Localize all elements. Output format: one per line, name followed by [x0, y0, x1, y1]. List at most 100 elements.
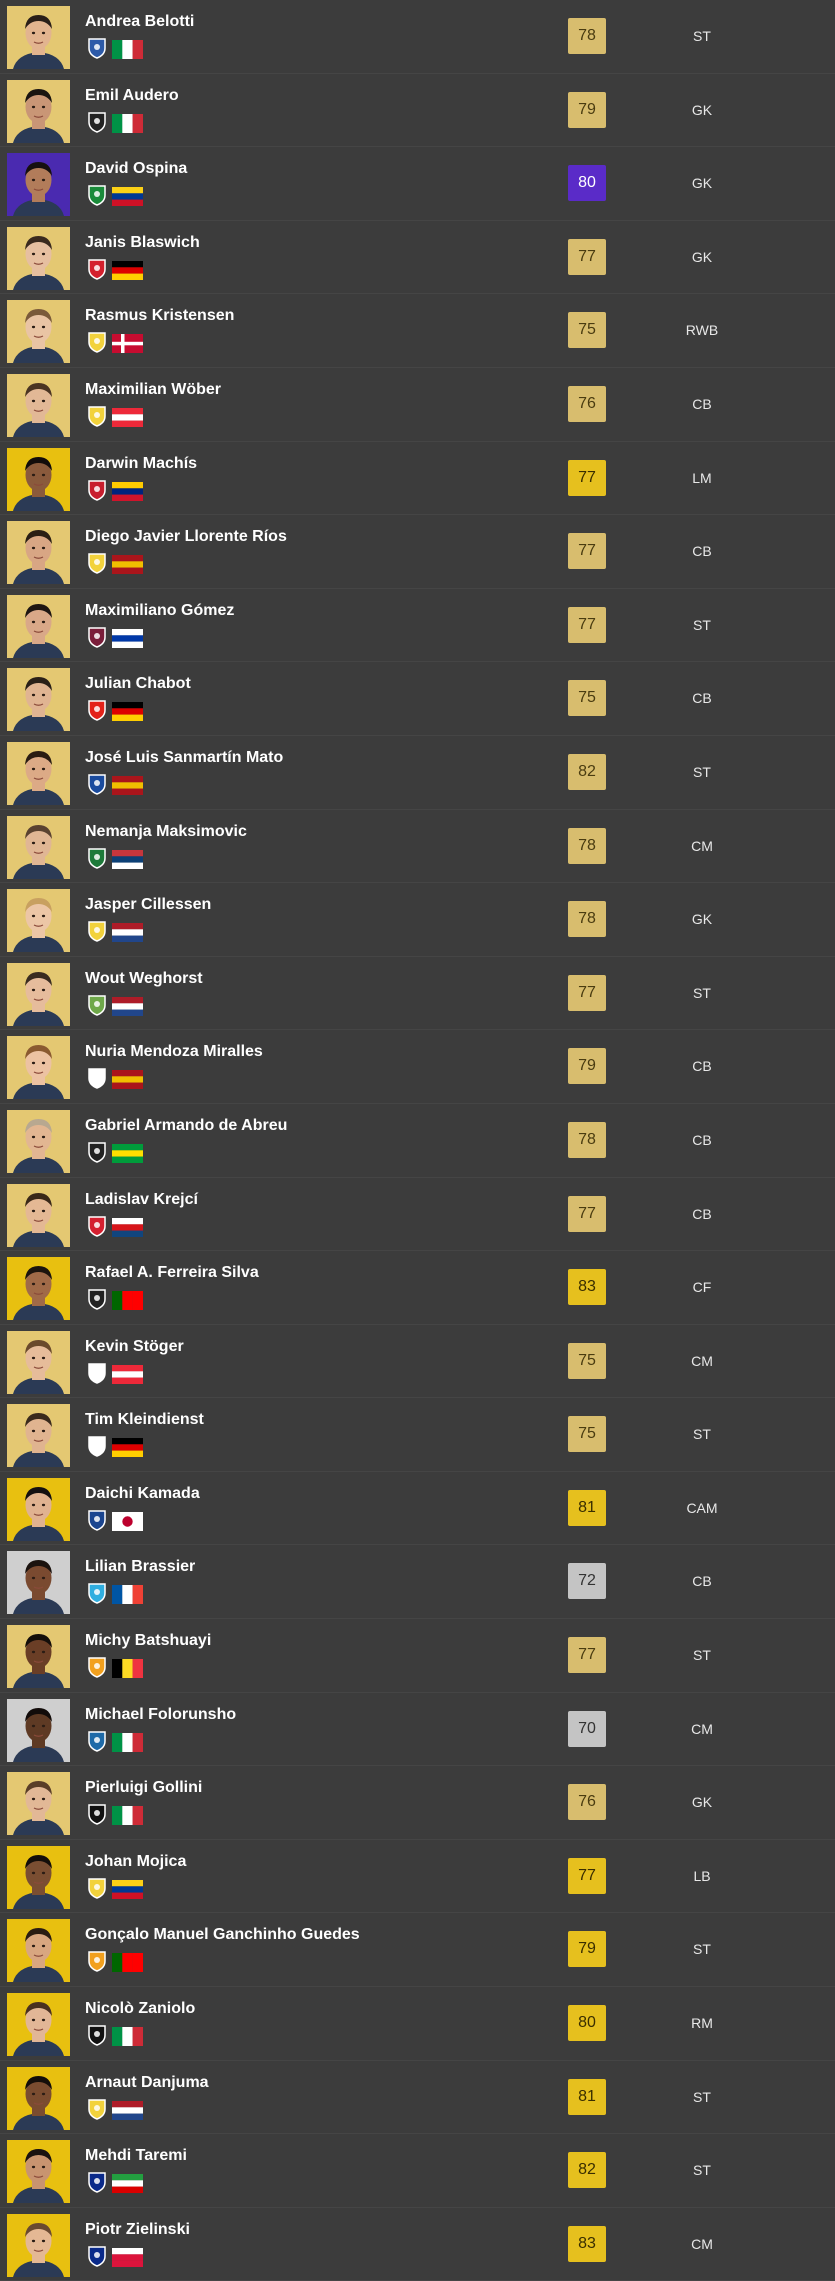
player-name[interactable]: Lilian Brassier: [85, 1558, 195, 1576]
rating-badge: 75: [568, 680, 606, 717]
player-row[interactable]: Janis Blaswich 77 GK: [0, 221, 835, 295]
rating-badge: 80: [568, 2005, 606, 2042]
club-badge-icon: [86, 1288, 108, 1310]
player-row[interactable]: Jasper Cillessen 78 GK: [0, 883, 835, 957]
player-row[interactable]: Lilian Brassier 72 CB: [0, 1545, 835, 1620]
player-row[interactable]: Daichi Kamada 81 CAM: [0, 1472, 835, 1546]
player-row[interactable]: Rasmus Kristensen 75 RWB: [0, 294, 835, 368]
player-row[interactable]: Kevin Stöger 75 CM: [0, 1325, 835, 1399]
player-row[interactable]: Maximiliano Gómez 77 ST: [0, 589, 835, 663]
player-name[interactable]: Pierluigi Gollini: [85, 1779, 202, 1797]
player-row[interactable]: Nuria Mendoza Miralles 79 CB: [0, 1030, 835, 1104]
player-row[interactable]: Diego Javier Llorente Ríos 77 CB: [0, 515, 835, 589]
nation-flag-icon: [112, 996, 143, 1016]
rating-badge: 77: [568, 974, 606, 1011]
player-position: ST: [693, 984, 711, 1001]
nation-flag-icon: [112, 1806, 143, 1826]
player-name[interactable]: Nuria Mendoza Miralles: [85, 1043, 263, 1061]
player-avatar: [7, 226, 70, 290]
player-row[interactable]: Gabriel Armando de Abreu 78 CB: [0, 1104, 835, 1178]
player-row[interactable]: David Ospina 80 GK: [0, 147, 835, 221]
player-avatar: [7, 1845, 70, 1909]
player-name[interactable]: Julian Chabot: [85, 675, 191, 693]
player-name[interactable]: Jasper Cillessen: [85, 896, 211, 914]
player-name[interactable]: Maximiliano Gómez: [85, 602, 234, 620]
player-avatar: [7, 2213, 70, 2277]
player-position: LB: [693, 1867, 711, 1884]
player-position: CB: [692, 1205, 712, 1222]
player-avatar: [7, 447, 70, 511]
player-name[interactable]: Wout Weghorst: [85, 970, 203, 988]
player-row[interactable]: Andrea Belotti 78 ST: [0, 0, 835, 74]
player-row[interactable]: José Luis Sanmartín Mato 82 ST: [0, 736, 835, 810]
player-row[interactable]: Mehdi Taremi 82 ST: [0, 2134, 835, 2208]
player-name[interactable]: Nicolò Zaniolo: [85, 2000, 195, 2018]
rating-badge: 77: [568, 238, 606, 275]
nation-flag-icon: [112, 481, 143, 501]
player-row[interactable]: Wout Weghorst 77 ST: [0, 957, 835, 1031]
club-badge-icon: [86, 994, 108, 1016]
rating-badge: 77: [568, 459, 606, 496]
player-name[interactable]: Arnaut Danjuma: [85, 2074, 209, 2092]
player-row[interactable]: Arnaut Danjuma 81 ST: [0, 2061, 835, 2135]
player-name[interactable]: Diego Javier Llorente Ríos: [85, 528, 287, 546]
player-row[interactable]: Nemanja Maksimovic 78 CM: [0, 810, 835, 884]
club-badge-icon: [86, 2098, 108, 2120]
player-row[interactable]: Michy Batshuayi 77 ST: [0, 1619, 835, 1693]
player-name[interactable]: Daichi Kamada: [85, 1485, 200, 1503]
player-row[interactable]: Darwin Machís 77 LM: [0, 442, 835, 516]
player-row[interactable]: Rafael A. Ferreira Silva 83 CF: [0, 1251, 835, 1325]
player-position: RWB: [685, 322, 719, 339]
player-row[interactable]: Gonçalo Manuel Ganchinho Guedes 79 ST: [0, 1913, 835, 1988]
player-avatar: [7, 962, 70, 1026]
player-name[interactable]: Gonçalo Manuel Ganchinho Guedes: [85, 1926, 360, 1944]
player-row[interactable]: Emil Audero 79 GK: [0, 74, 835, 148]
club-badge-icon: [86, 1141, 108, 1163]
player-name[interactable]: Mehdi Taremi: [85, 2147, 187, 2165]
player-name[interactable]: Rasmus Kristensen: [85, 307, 234, 325]
player-position: CB: [692, 1573, 712, 1590]
club-badge-icon: [86, 1215, 108, 1237]
player-avatar: [7, 521, 70, 585]
rating-badge: 83: [568, 2225, 606, 2262]
player-name[interactable]: Nemanja Maksimovic: [85, 823, 247, 841]
player-row[interactable]: Maximilian Wöber 76 CB: [0, 368, 835, 442]
player-name[interactable]: Darwin Machís: [85, 455, 197, 473]
player-name[interactable]: Andrea Belotti: [85, 13, 194, 31]
player-name[interactable]: Johan Mojica: [85, 1853, 186, 1871]
player-row[interactable]: Piotr Zielinski 83 CM: [0, 2208, 835, 2281]
player-name[interactable]: Ladislav Krejcí: [85, 1191, 198, 1209]
player-name[interactable]: José Luis Sanmartín Mato: [85, 749, 283, 767]
player-position: ST: [693, 2088, 711, 2105]
player-name[interactable]: Tim Kleindienst: [85, 1411, 204, 1429]
player-row[interactable]: Julian Chabot 75 CB: [0, 662, 835, 736]
player-position: CB: [692, 1131, 712, 1148]
club-badge-icon: [86, 626, 108, 648]
player-name[interactable]: Kevin Stöger: [85, 1338, 184, 1356]
player-row[interactable]: Michael Folorunsho 70 CM: [0, 1693, 835, 1767]
club-badge-icon: [86, 258, 108, 280]
player-row[interactable]: Nicolò Zaniolo 80 RM: [0, 1987, 835, 2061]
player-name[interactable]: Emil Audero: [85, 87, 179, 105]
player-name[interactable]: Gabriel Armando de Abreu: [85, 1117, 287, 1135]
player-position: GK: [691, 101, 713, 118]
club-badge-icon: [86, 37, 108, 59]
rating-badge: 79: [568, 91, 606, 128]
player-name[interactable]: Maximilian Wöber: [85, 381, 221, 399]
player-name[interactable]: Rafael A. Ferreira Silva: [85, 1264, 259, 1282]
club-badge-icon: [86, 1067, 108, 1090]
player-name[interactable]: Janis Blaswich: [85, 234, 200, 252]
player-name[interactable]: Michael Folorunsho: [85, 1706, 236, 1724]
player-name[interactable]: Piotr Zielinski: [85, 2221, 190, 2239]
nation-flag-icon: [112, 2027, 143, 2047]
player-row[interactable]: Tim Kleindienst 75 ST: [0, 1398, 835, 1472]
rating-badge: 78: [568, 1121, 606, 1158]
player-name[interactable]: Michy Batshuayi: [85, 1632, 211, 1650]
player-row[interactable]: Ladislav Krejcí 77 CB: [0, 1178, 835, 1252]
player-name[interactable]: David Ospina: [85, 160, 187, 178]
nation-flag-icon: [112, 40, 143, 59]
club-badge-icon: [86, 1950, 108, 1973]
player-row[interactable]: Pierluigi Gollini 76 GK: [0, 1766, 835, 1840]
player-row[interactable]: Johan Mojica 77 LB: [0, 1840, 835, 1914]
nation-flag-icon: [112, 1953, 143, 1973]
